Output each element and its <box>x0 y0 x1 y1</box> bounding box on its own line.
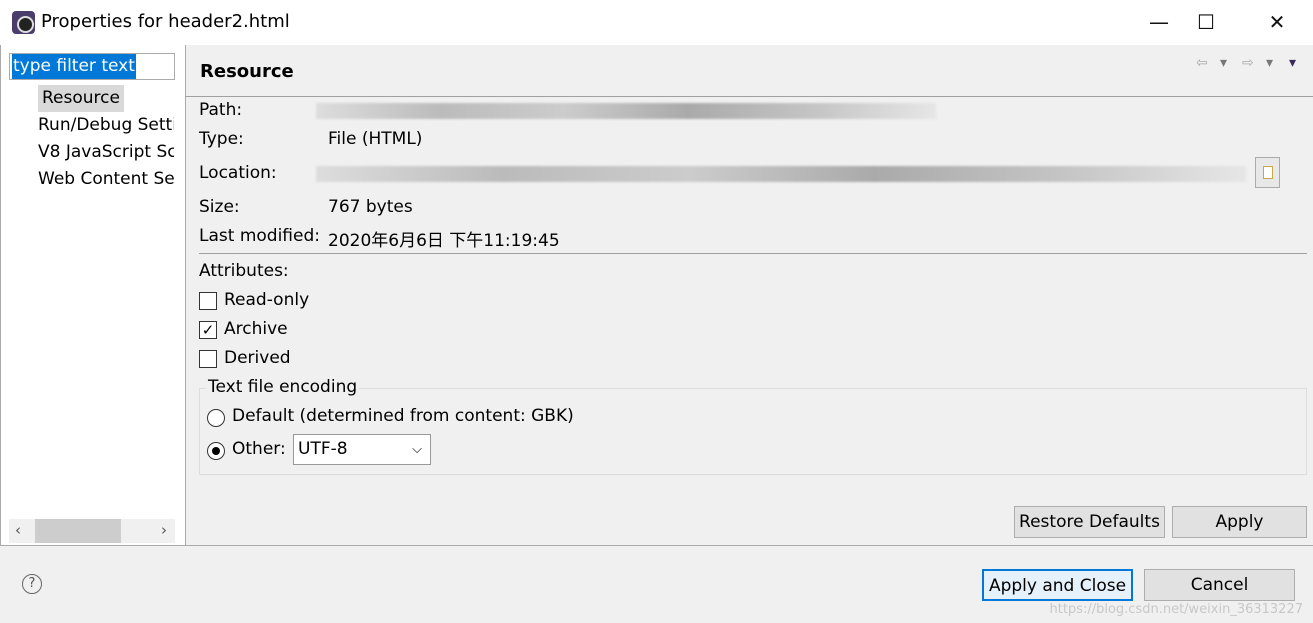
archive-label: Archive <box>224 319 288 339</box>
property-tree: Resource Run/Debug Settings V8 JavaScrip… <box>34 85 174 193</box>
other-encoding-label: Other: <box>232 439 286 459</box>
close-button[interactable]: ✕ <box>1254 6 1300 38</box>
sidebar: type filter text Resource Run/Debug Sett… <box>0 45 185 545</box>
derived-checkbox[interactable] <box>199 350 217 368</box>
encoding-value: UTF-8 <box>298 439 348 459</box>
minimize-button[interactable]: — <box>1136 6 1182 38</box>
tree-item-v8-javascript[interactable]: V8 JavaScript Sc <box>34 139 174 166</box>
restore-defaults-button[interactable]: Restore Defaults <box>1014 506 1165 538</box>
tree-item-resource[interactable]: Resource <box>34 85 174 112</box>
archive-checkbox[interactable]: ✓ <box>199 321 217 339</box>
folder-icon <box>1263 166 1273 179</box>
default-encoding-label: Default (determined from content: GBK) <box>232 406 574 426</box>
help-icon[interactable]: ? <box>22 574 42 594</box>
last-modified-value: 2020年6月6日 下午11:19:45 <box>328 231 560 251</box>
dialog-footer: ? Apply and Close Cancel https://blog.cs… <box>0 545 1313 623</box>
other-encoding-radio[interactable] <box>207 442 225 460</box>
read-only-checkbox[interactable] <box>199 292 217 310</box>
path-label: Path: <box>199 100 243 120</box>
size-label: Size: <box>199 197 240 217</box>
apply-button[interactable]: Apply <box>1172 506 1307 538</box>
tree-item-run-debug[interactable]: Run/Debug Settings <box>34 112 174 139</box>
filter-input[interactable]: type filter text <box>9 53 175 80</box>
location-value-redacted <box>316 166 1246 182</box>
horizontal-scrollbar[interactable]: ‹ › <box>9 519 175 543</box>
forward-arrow-icon[interactable]: ⇨ <box>1242 55 1254 71</box>
show-in-explorer-button[interactable] <box>1255 157 1280 188</box>
default-encoding-radio[interactable] <box>207 409 225 427</box>
type-value: File (HTML) <box>328 129 423 149</box>
maximize-button[interactable]: ☐ <box>1183 6 1229 38</box>
scroll-left-icon[interactable]: ‹ <box>15 521 21 539</box>
read-only-label: Read-only <box>224 290 310 310</box>
derived-label: Derived <box>224 348 291 368</box>
tree-item-web-content[interactable]: Web Content Se <box>34 166 174 193</box>
apply-and-close-button[interactable]: Apply and Close <box>982 569 1133 601</box>
attributes-label: Attributes: <box>199 261 289 281</box>
view-menu-icon[interactable]: ▾ <box>1289 55 1296 71</box>
title-bar: Properties for header2.html — ☐ ✕ <box>0 0 1313 45</box>
checkmark-icon: ✓ <box>201 321 215 339</box>
cancel-button[interactable]: Cancel <box>1144 569 1295 601</box>
location-label: Location: <box>199 163 277 183</box>
encoding-group-label: Text file encoding <box>206 377 360 397</box>
eclipse-app-icon <box>12 11 35 34</box>
filter-text: type filter text <box>12 54 136 79</box>
back-arrow-icon[interactable]: ⇦ <box>1196 55 1208 71</box>
window-title: Properties for header2.html <box>41 11 290 32</box>
watermark: https://blog.csdn.net/weixin_36313227 <box>1049 602 1303 617</box>
size-value: 767 bytes <box>328 197 413 217</box>
scroll-right-icon[interactable]: › <box>161 521 167 539</box>
tree-item-label: Resource <box>38 85 124 112</box>
encoding-select[interactable]: UTF-8 ⌵ <box>293 434 431 465</box>
path-value-redacted <box>316 103 936 119</box>
chevron-down-icon: ⌵ <box>412 442 422 457</box>
back-dropdown-icon[interactable]: ▾ <box>1220 55 1227 71</box>
last-modified-label: Last modified: <box>199 226 320 246</box>
forward-dropdown-icon[interactable]: ▾ <box>1266 55 1273 71</box>
type-label: Type: <box>199 129 244 149</box>
properties-page: Resource ⇦ ▾ ⇨ ▾ ▾ Path: Type: File (HTM… <box>185 45 1313 545</box>
page-title: Resource <box>200 61 294 82</box>
scroll-thumb[interactable] <box>35 519 121 543</box>
